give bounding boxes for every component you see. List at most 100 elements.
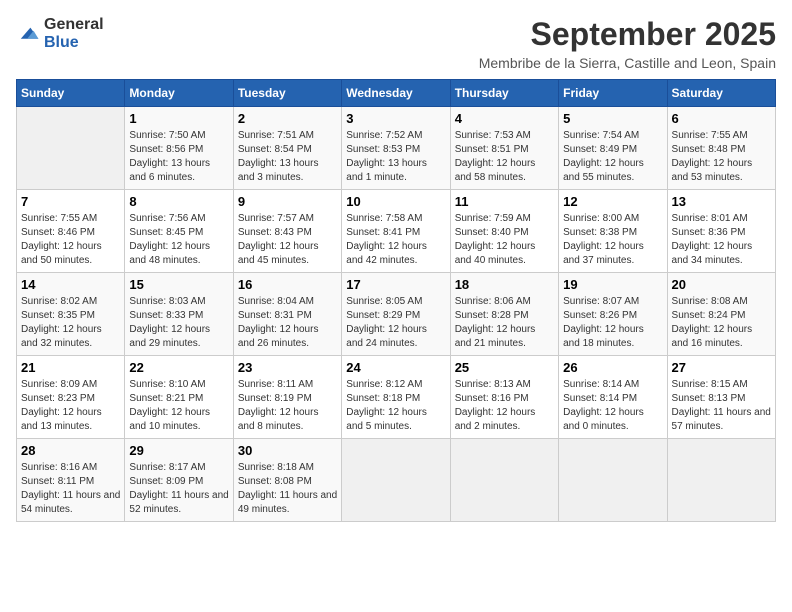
calendar-cell: 7 Sunrise: 7:55 AM Sunset: 8:46 PM Dayli…	[17, 190, 125, 273]
daylight-text: Daylight: 12 hours and 8 minutes.	[238, 407, 319, 432]
daylight-text: Daylight: 12 hours and 58 minutes.	[455, 158, 536, 183]
page-header: General Blue September 2025 Membribe de …	[16, 16, 776, 71]
day-number: 19	[563, 277, 662, 292]
calendar-cell: 16 Sunrise: 8:04 AM Sunset: 8:31 PM Dayl…	[233, 273, 341, 356]
sunrise-text: Sunrise: 7:58 AM	[346, 213, 422, 224]
day-info: Sunrise: 7:52 AM Sunset: 8:53 PM Dayligh…	[346, 129, 445, 185]
weekday-header-sunday: Sunday	[17, 80, 125, 107]
daylight-text: Daylight: 12 hours and 21 minutes.	[455, 324, 536, 349]
sunrise-text: Sunrise: 7:51 AM	[238, 130, 314, 141]
daylight-text: Daylight: 12 hours and 50 minutes.	[21, 241, 102, 266]
daylight-text: Daylight: 12 hours and 29 minutes.	[129, 324, 210, 349]
sunset-text: Sunset: 8:09 PM	[129, 476, 203, 487]
day-info: Sunrise: 8:07 AM Sunset: 8:26 PM Dayligh…	[563, 295, 662, 351]
day-number: 3	[346, 111, 445, 126]
day-info: Sunrise: 8:06 AM Sunset: 8:28 PM Dayligh…	[455, 295, 554, 351]
sunrise-text: Sunrise: 8:03 AM	[129, 296, 205, 307]
day-number: 10	[346, 194, 445, 209]
sunset-text: Sunset: 8:28 PM	[455, 310, 529, 321]
daylight-text: Daylight: 12 hours and 53 minutes.	[672, 158, 753, 183]
day-info: Sunrise: 8:10 AM Sunset: 8:21 PM Dayligh…	[129, 378, 228, 434]
day-number: 11	[455, 194, 554, 209]
sunrise-text: Sunrise: 8:13 AM	[455, 379, 531, 390]
day-number: 26	[563, 360, 662, 375]
daylight-text: Daylight: 11 hours and 49 minutes.	[238, 490, 337, 515]
calendar-cell	[342, 439, 450, 522]
day-number: 24	[346, 360, 445, 375]
day-number: 15	[129, 277, 228, 292]
calendar-cell: 8 Sunrise: 7:56 AM Sunset: 8:45 PM Dayli…	[125, 190, 233, 273]
calendar-cell: 12 Sunrise: 8:00 AM Sunset: 8:38 PM Dayl…	[559, 190, 667, 273]
day-info: Sunrise: 8:03 AM Sunset: 8:33 PM Dayligh…	[129, 295, 228, 351]
sunrise-text: Sunrise: 8:14 AM	[563, 379, 639, 390]
calendar-cell	[17, 107, 125, 190]
day-info: Sunrise: 7:57 AM Sunset: 8:43 PM Dayligh…	[238, 212, 337, 268]
day-number: 2	[238, 111, 337, 126]
sunrise-text: Sunrise: 7:56 AM	[129, 213, 205, 224]
calendar-cell	[450, 439, 558, 522]
day-number: 20	[672, 277, 771, 292]
sunset-text: Sunset: 8:23 PM	[21, 393, 95, 404]
sunset-text: Sunset: 8:54 PM	[238, 144, 312, 155]
sunrise-text: Sunrise: 8:11 AM	[238, 379, 313, 390]
sunrise-text: Sunrise: 8:08 AM	[672, 296, 748, 307]
sunset-text: Sunset: 8:13 PM	[672, 393, 746, 404]
day-number: 22	[129, 360, 228, 375]
daylight-text: Daylight: 13 hours and 1 minute.	[346, 158, 427, 183]
daylight-text: Daylight: 12 hours and 10 minutes.	[129, 407, 210, 432]
sunrise-text: Sunrise: 7:50 AM	[129, 130, 205, 141]
sunset-text: Sunset: 8:48 PM	[672, 144, 746, 155]
day-number: 25	[455, 360, 554, 375]
weekday-header-wednesday: Wednesday	[342, 80, 450, 107]
day-number: 23	[238, 360, 337, 375]
calendar-body: 1 Sunrise: 7:50 AM Sunset: 8:56 PM Dayli…	[17, 107, 776, 522]
daylight-text: Daylight: 12 hours and 26 minutes.	[238, 324, 319, 349]
weekday-header-friday: Friday	[559, 80, 667, 107]
calendar-cell	[667, 439, 775, 522]
month-title: September 2025	[479, 16, 776, 53]
day-info: Sunrise: 7:51 AM Sunset: 8:54 PM Dayligh…	[238, 129, 337, 185]
sunrise-text: Sunrise: 7:57 AM	[238, 213, 314, 224]
day-number: 29	[129, 443, 228, 458]
day-number: 4	[455, 111, 554, 126]
daylight-text: Daylight: 12 hours and 40 minutes.	[455, 241, 536, 266]
sunset-text: Sunset: 8:51 PM	[455, 144, 529, 155]
daylight-text: Daylight: 13 hours and 6 minutes.	[129, 158, 210, 183]
daylight-text: Daylight: 12 hours and 37 minutes.	[563, 241, 644, 266]
daylight-text: Daylight: 12 hours and 32 minutes.	[21, 324, 102, 349]
calendar-table: SundayMondayTuesdayWednesdayThursdayFrid…	[16, 79, 776, 522]
logo-blue: Blue	[44, 34, 79, 51]
title-block: September 2025 Membribe de la Sierra, Ca…	[479, 16, 776, 71]
day-number: 5	[563, 111, 662, 126]
sunset-text: Sunset: 8:41 PM	[346, 227, 420, 238]
daylight-text: Daylight: 12 hours and 55 minutes.	[563, 158, 644, 183]
sunset-text: Sunset: 8:19 PM	[238, 393, 312, 404]
sunrise-text: Sunrise: 8:02 AM	[21, 296, 97, 307]
day-info: Sunrise: 8:05 AM Sunset: 8:29 PM Dayligh…	[346, 295, 445, 351]
sunset-text: Sunset: 8:35 PM	[21, 310, 95, 321]
sunrise-text: Sunrise: 7:59 AM	[455, 213, 531, 224]
day-info: Sunrise: 8:04 AM Sunset: 8:31 PM Dayligh…	[238, 295, 337, 351]
day-info: Sunrise: 8:01 AM Sunset: 8:36 PM Dayligh…	[672, 212, 771, 268]
daylight-text: Daylight: 11 hours and 52 minutes.	[129, 490, 228, 515]
calendar-cell: 17 Sunrise: 8:05 AM Sunset: 8:29 PM Dayl…	[342, 273, 450, 356]
sunset-text: Sunset: 8:08 PM	[238, 476, 312, 487]
day-info: Sunrise: 8:08 AM Sunset: 8:24 PM Dayligh…	[672, 295, 771, 351]
sunset-text: Sunset: 8:21 PM	[129, 393, 203, 404]
sunrise-text: Sunrise: 8:05 AM	[346, 296, 422, 307]
daylight-text: Daylight: 11 hours and 54 minutes.	[21, 490, 120, 515]
sunrise-text: Sunrise: 8:00 AM	[563, 213, 639, 224]
sunrise-text: Sunrise: 8:04 AM	[238, 296, 314, 307]
daylight-text: Daylight: 12 hours and 24 minutes.	[346, 324, 427, 349]
day-info: Sunrise: 8:17 AM Sunset: 8:09 PM Dayligh…	[129, 461, 228, 517]
day-number: 17	[346, 277, 445, 292]
sunset-text: Sunset: 8:53 PM	[346, 144, 420, 155]
day-number: 13	[672, 194, 771, 209]
sunset-text: Sunset: 8:33 PM	[129, 310, 203, 321]
daylight-text: Daylight: 12 hours and 2 minutes.	[455, 407, 536, 432]
day-number: 21	[21, 360, 120, 375]
weekday-header-tuesday: Tuesday	[233, 80, 341, 107]
day-info: Sunrise: 7:55 AM Sunset: 8:48 PM Dayligh…	[672, 129, 771, 185]
sunrise-text: Sunrise: 8:10 AM	[129, 379, 205, 390]
day-info: Sunrise: 8:11 AM Sunset: 8:19 PM Dayligh…	[238, 378, 337, 434]
